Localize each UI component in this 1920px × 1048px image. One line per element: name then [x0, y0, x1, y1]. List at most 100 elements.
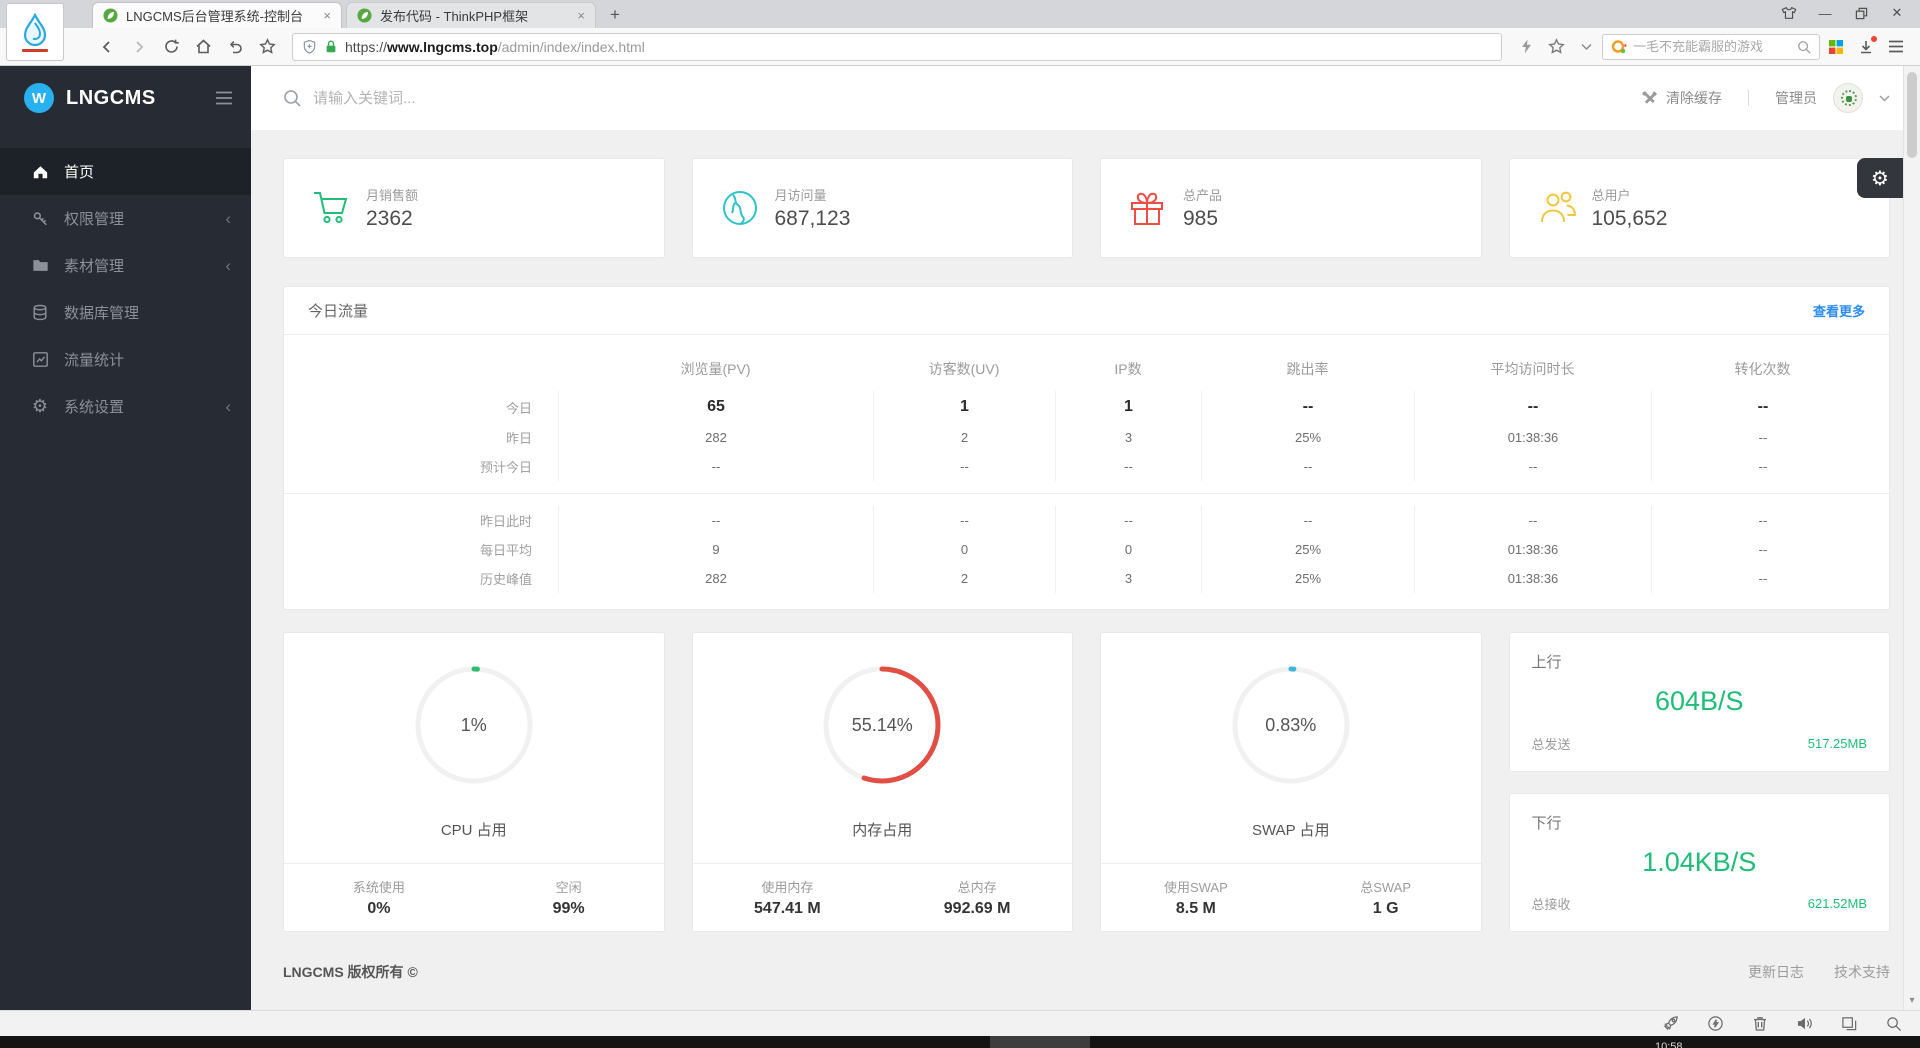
metric-value: 99%	[552, 900, 585, 917]
sidebar-item-materials[interactable]: 素材管理 ‹	[0, 242, 251, 289]
stat-label: 月销售额	[366, 188, 419, 203]
swap-card: 0.83% SWAP 占用 使用SWAP 8.5 M 总SWAP 1 G	[1100, 632, 1482, 932]
undo-closed-tab-button[interactable]	[220, 33, 250, 61]
sidebar-item-permissions[interactable]: 权限管理 ‹	[0, 195, 251, 242]
download-badge	[1871, 35, 1877, 42]
avatar[interactable]	[1833, 83, 1863, 113]
logo-caption	[22, 48, 48, 52]
brand-logo: W	[24, 83, 54, 113]
tab-close-icon[interactable]: ×	[323, 8, 331, 23]
browser-logo[interactable]	[6, 3, 64, 61]
sidebar-item-label: 首页	[64, 164, 95, 181]
changelog-link[interactable]: 更新日志	[1748, 962, 1804, 982]
cpu-percent: 1%	[460, 714, 487, 735]
download-title: 下行	[1531, 814, 1562, 832]
speed-mode-icon[interactable]	[1707, 1015, 1724, 1032]
gear-icon: ⚙	[31, 396, 49, 416]
sidebar-item-home[interactable]: 首页	[0, 148, 251, 195]
url-bar[interactable]: https://www.lngcms.top/admin/index/index…	[292, 32, 1502, 61]
sidebar-item-label: 数据库管理	[64, 305, 140, 322]
restore-button[interactable]	[1846, 2, 1876, 24]
stat-label: 月访问量	[774, 188, 827, 203]
apps-grid-icon[interactable]	[1822, 33, 1850, 61]
search-icon[interactable]	[1797, 40, 1811, 54]
scrollbar-thumb[interactable]	[1907, 72, 1917, 158]
total-received-label: 总接收	[1531, 897, 1571, 912]
downloads-icon[interactable]	[1852, 33, 1880, 61]
refresh-button[interactable]	[156, 33, 186, 61]
clear-cache-button[interactable]: 清除缓存	[1641, 88, 1722, 108]
sidebar-item-label: 流量统计	[64, 352, 125, 369]
clear-cache-label: 清除缓存	[1666, 90, 1722, 106]
table-group-divider	[284, 493, 1889, 494]
folder-icon	[30, 258, 50, 273]
stat-value: 687,123	[774, 207, 851, 230]
favorite-star-icon[interactable]	[252, 33, 282, 61]
chevron-down-icon[interactable]	[1572, 33, 1600, 61]
cpu-card: 1% CPU 占用 系统使用 0% 空闲 99%	[283, 632, 665, 932]
column-header: 浏览量(PV)	[680, 361, 751, 377]
menu-icon[interactable]	[1882, 33, 1910, 61]
close-button[interactable]: ✕	[1882, 2, 1912, 24]
upload-title: 上行	[1531, 654, 1562, 671]
copyright: LNGCMS 版权所有 ©	[283, 964, 418, 980]
windows-taskbar[interactable]: 10:58	[0, 1036, 1920, 1048]
sidebar-toggle-icon[interactable]	[215, 91, 233, 105]
table-row: 预计今日 -- -- -- -- -- --	[284, 452, 1889, 481]
taskbar-app-segment[interactable]	[990, 1036, 1090, 1048]
speaker-icon[interactable]	[1796, 1016, 1813, 1031]
search-icon	[284, 90, 301, 107]
shield-reader-icon[interactable]	[302, 39, 317, 55]
chevron-down-icon[interactable]	[1879, 95, 1890, 102]
vertical-scrollbar[interactable]: ▾	[1903, 66, 1920, 1010]
lightning-extension-icon[interactable]	[1512, 33, 1540, 61]
sidebar-item-database[interactable]: 数据库管理	[0, 289, 251, 336]
tab-title: LNGCMS后台管理系统-控制台	[126, 9, 303, 24]
sidebar-item-settings[interactable]: ⚙ 系统设置 ‹	[0, 383, 251, 430]
tab-thinkphp[interactable]: 发布代码 - ThinkPHP框架 ×	[346, 2, 596, 28]
admin-search[interactable]	[283, 89, 1641, 107]
scrollbar-down-arrow[interactable]: ▾	[1904, 995, 1920, 1006]
memory-title: 内存占用	[852, 822, 913, 839]
page-viewport: W LNGCMS 首页 权限管理 ‹ 素材管理 ‹ 数据库管理 流量统计 ⚙ 系…	[0, 66, 1920, 1010]
quick-search-box[interactable]	[1602, 33, 1820, 60]
sidebar-item-traffic-stats[interactable]: 流量统计	[0, 336, 251, 383]
upload-speed: 604B/S	[1654, 686, 1744, 716]
page-search-icon[interactable]	[1886, 1016, 1902, 1032]
gift-icon	[1129, 189, 1173, 227]
header-actions: 清除缓存 管理员	[1641, 83, 1890, 113]
brand[interactable]: W LNGCMS	[0, 66, 251, 130]
view-more-link[interactable]: 查看更多	[1813, 301, 1865, 320]
trash-clean-icon[interactable]	[1752, 1015, 1768, 1032]
tab-lngcms[interactable]: LNGCMS后台管理系统-控制台 ×	[92, 2, 342, 28]
column-header: 转化次数	[1734, 361, 1791, 377]
browser-status-bar	[0, 1010, 1920, 1036]
home-button[interactable]	[188, 33, 218, 61]
stat-card-total-products: 总产品 985	[1100, 158, 1482, 258]
sidebar: W LNGCMS 首页 权限管理 ‹ 素材管理 ‹ 数据库管理 流量统计 ⚙ 系…	[0, 66, 251, 1010]
metric-label: 总内存	[957, 880, 997, 895]
quick-search-input[interactable]	[1633, 39, 1791, 54]
settings-gear-button[interactable]: ⚙	[1857, 158, 1903, 198]
metric-value: 1 G	[1372, 900, 1399, 917]
stat-value: 105,652	[1591, 207, 1668, 230]
new-tab-button[interactable]: +	[600, 4, 630, 26]
tech-support-link[interactable]: 技术支持	[1834, 962, 1890, 982]
metric-value: 0%	[367, 900, 391, 917]
split-window-icon[interactable]	[1841, 1015, 1858, 1032]
bookmark-star-icon[interactable]	[1542, 33, 1570, 61]
panel-title: 今日流量	[308, 303, 369, 320]
today-traffic-panel: 今日流量 查看更多 浏览量(PV) 访客数(UV) IP数 跳出率 平均访问时长…	[283, 286, 1890, 610]
forward-button[interactable]	[124, 33, 154, 61]
upload-card: 上行 604B/S 总发送 517.25MB	[1508, 632, 1890, 772]
back-button[interactable]	[92, 33, 122, 61]
boss-key-rocket-icon[interactable]	[1662, 1015, 1679, 1032]
admin-search-input[interactable]	[313, 89, 613, 107]
tab-close-icon[interactable]: ×	[577, 8, 585, 23]
skin-theme-icon[interactable]	[1774, 2, 1804, 24]
column-header: 平均访问时长	[1490, 361, 1575, 377]
minimize-button[interactable]: —	[1810, 2, 1840, 24]
home-icon	[30, 164, 50, 180]
key-icon	[30, 210, 50, 227]
stat-label: 总用户	[1591, 188, 1631, 203]
